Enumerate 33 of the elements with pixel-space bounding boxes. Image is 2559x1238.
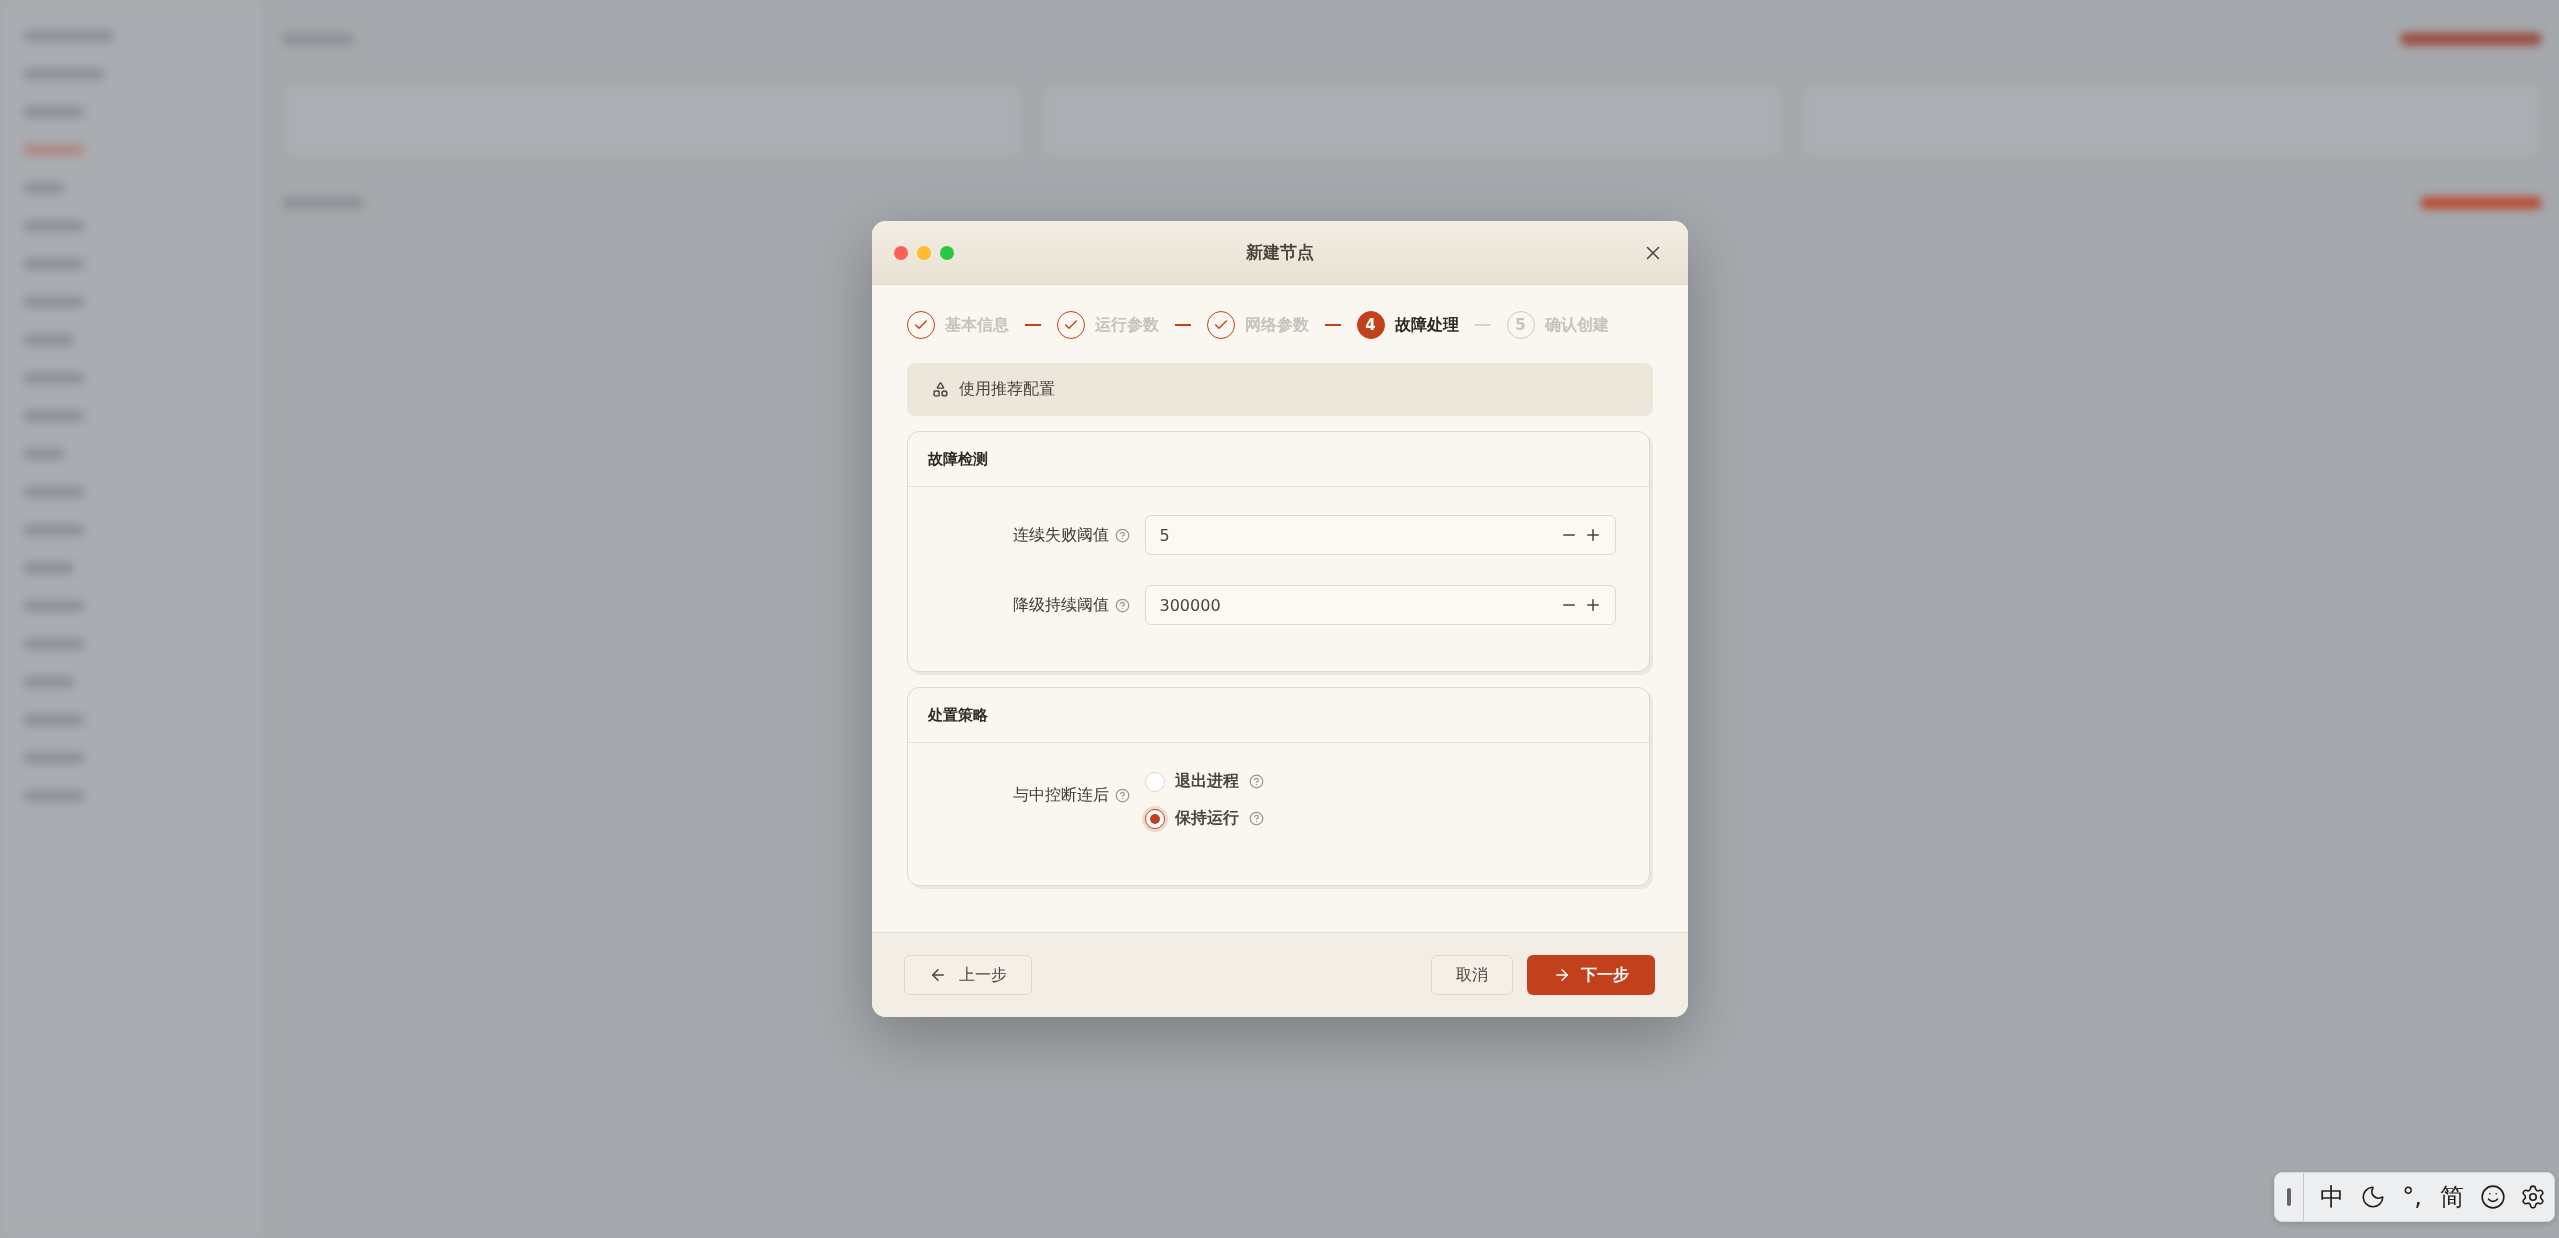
step-label[interactable]: 故障处理: [1394, 314, 1459, 336]
settings-icon[interactable]: [2520, 1184, 2546, 1210]
field-label: 连续失败阈值: [1012, 524, 1109, 546]
help-icon[interactable]: [1114, 597, 1130, 613]
number-input[interactable]: 5: [1144, 515, 1616, 555]
help-icon[interactable]: [1248, 774, 1264, 789]
help-icon[interactable]: [1248, 811, 1264, 826]
radio-label[interactable]: 退出进程: [1174, 771, 1239, 792]
radio-button[interactable]: [1144, 808, 1165, 829]
grip-icon[interactable]: [2287, 1188, 2292, 1206]
smiley-icon[interactable]: [2480, 1184, 2506, 1210]
help-icon[interactable]: [1114, 788, 1130, 803]
step-number: 4: [1356, 311, 1385, 339]
recommend-config-button[interactable]: 使用推荐配置: [906, 363, 1653, 416]
help-icon[interactable]: [1114, 527, 1130, 543]
moon-icon[interactable]: [2360, 1184, 2387, 1210]
field-label: 降级持续阈值: [1012, 594, 1109, 616]
ime-mode-button[interactable]: 中: [2318, 1181, 2347, 1213]
ime-mode-button[interactable]: 简: [2438, 1181, 2466, 1213]
minimize-dot-icon[interactable]: [916, 245, 931, 260]
back-button[interactable]: 上一步: [903, 955, 1032, 995]
section-title: 故障检测: [907, 432, 1649, 487]
field-label: 与中控断连后: [1012, 785, 1109, 806]
cancel-button[interactable]: 取消: [1430, 955, 1513, 995]
number-input[interactable]: 300000: [1144, 585, 1616, 625]
ime-mode-button[interactable]: °,: [2400, 1183, 2424, 1211]
window-title: 新建节点: [1245, 241, 1314, 264]
radio-label[interactable]: 保持运行: [1174, 808, 1239, 829]
shapes-icon: [931, 381, 949, 398]
maximize-dot-icon[interactable]: [939, 245, 954, 260]
section-title: 处置策略: [907, 688, 1649, 743]
close-dot-icon[interactable]: [893, 245, 908, 260]
next-button[interactable]: 下一步: [1526, 955, 1655, 995]
